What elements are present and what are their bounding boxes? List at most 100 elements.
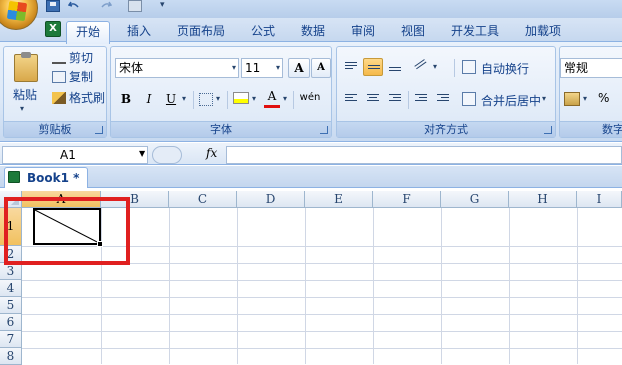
- number-format-value: 常规: [564, 61, 589, 75]
- row-header-3[interactable]: 3: [0, 263, 22, 280]
- tab-page-layout[interactable]: 页面布局: [168, 21, 234, 43]
- paste-button[interactable]: 粘贴: [13, 86, 37, 103]
- tab-addins[interactable]: 加载项: [516, 21, 570, 43]
- italic-button[interactable]: I: [139, 90, 159, 110]
- row-header-5[interactable]: 5: [0, 297, 22, 314]
- title-bar: [0, 0, 622, 18]
- gridline: [169, 208, 170, 364]
- paste-dropdown-icon[interactable]: ▾: [20, 104, 24, 113]
- copy-button[interactable]: 复制: [52, 69, 93, 85]
- font-size-dropdown-icon[interactable]: ▾: [276, 59, 280, 77]
- font-name-combo[interactable]: 宋体 ▾: [115, 58, 239, 78]
- bold-button[interactable]: B: [116, 90, 136, 110]
- name-box-dropdown-icon[interactable]: ▼: [139, 149, 145, 158]
- orientation-dropdown-icon[interactable]: ▾: [433, 62, 437, 71]
- column-header-f[interactable]: F: [373, 191, 441, 208]
- tab-home[interactable]: 开始: [66, 21, 111, 44]
- name-box[interactable]: A1: [2, 146, 148, 164]
- gridline: [22, 331, 622, 332]
- column-header-e[interactable]: E: [305, 191, 373, 208]
- separator: [293, 91, 294, 109]
- column-header-g[interactable]: G: [441, 191, 509, 208]
- redo-icon[interactable]: [100, 0, 113, 12]
- tab-view[interactable]: 视图: [392, 21, 434, 43]
- phonetic-button[interactable]: wén: [298, 88, 322, 108]
- increase-indent-button[interactable]: [433, 90, 453, 108]
- accounting-dropdown-icon[interactable]: ▾: [583, 94, 587, 103]
- percent-button[interactable]: %: [598, 91, 609, 105]
- font-launcher-icon[interactable]: [320, 126, 328, 134]
- shrink-font-button[interactable]: A: [311, 58, 331, 78]
- decrease-indent-button[interactable]: [411, 90, 431, 108]
- orientation-button[interactable]: [411, 58, 431, 76]
- format-painter-label: 格式刷: [69, 91, 106, 105]
- undo-icon[interactable]: [67, 0, 80, 12]
- gridline: [305, 208, 306, 364]
- align-center-button[interactable]: [363, 90, 383, 108]
- fill-color-icon[interactable]: [233, 92, 249, 104]
- column-header-d[interactable]: D: [237, 191, 305, 208]
- underline-button[interactable]: U: [162, 90, 180, 110]
- print-preview-icon[interactable]: [128, 0, 142, 12]
- separator: [193, 91, 194, 109]
- cut-button[interactable]: 剪切: [52, 50, 93, 66]
- borders-icon[interactable]: [199, 93, 213, 106]
- workbook-titlebar: [0, 166, 622, 188]
- align-right-button[interactable]: [385, 90, 405, 108]
- grow-font-button[interactable]: A: [288, 58, 310, 78]
- font-color-dropdown-icon[interactable]: ▾: [283, 94, 287, 103]
- row-header-6[interactable]: 6: [0, 314, 22, 331]
- align-bottom-button[interactable]: [385, 58, 405, 76]
- merge-center-icon: [462, 92, 476, 106]
- clipboard-group-label: 剪贴板: [4, 121, 106, 137]
- align-left-button[interactable]: [341, 90, 361, 108]
- gridline: [509, 208, 510, 364]
- wrap-text-icon: [462, 60, 476, 74]
- paste-icon[interactable]: [14, 52, 38, 82]
- number-format-combo[interactable]: 常规: [560, 58, 622, 78]
- customize-arrow-icon[interactable]: ▾: [160, 0, 170, 12]
- separator: [454, 59, 455, 77]
- font-size-combo[interactable]: 11 ▾: [241, 58, 283, 78]
- fill-color-dropdown-icon[interactable]: ▾: [252, 94, 256, 103]
- align-top-button[interactable]: [341, 58, 361, 76]
- gridline: [237, 208, 238, 364]
- insert-function-button[interactable]: fx: [206, 146, 217, 160]
- workbook-icon: [8, 171, 20, 183]
- row-header-4[interactable]: 4: [0, 280, 22, 297]
- gridline: [22, 348, 622, 349]
- alignment-launcher-icon[interactable]: [544, 126, 552, 134]
- accounting-format-icon[interactable]: [564, 92, 580, 106]
- copy-icon: [52, 71, 66, 83]
- number-group-label: 数字: [560, 121, 622, 137]
- row-header-7[interactable]: 7: [0, 331, 22, 348]
- copy-label: 复制: [69, 70, 94, 84]
- tab-formulas[interactable]: 公式: [242, 21, 284, 43]
- tab-insert[interactable]: 插入: [118, 21, 160, 43]
- tab-review[interactable]: 审阅: [342, 21, 384, 43]
- tab-developer[interactable]: 开发工具: [442, 21, 508, 43]
- formula-expand-handle[interactable]: [152, 146, 182, 164]
- tab-data[interactable]: 数据: [292, 21, 334, 43]
- alignment-group-label: 对齐方式: [337, 121, 555, 137]
- gridline: [22, 297, 622, 298]
- wrap-text-button[interactable]: 自动换行: [481, 60, 529, 77]
- save-icon[interactable]: [46, 0, 60, 12]
- format-painter-button[interactable]: 格式刷: [52, 90, 105, 106]
- clipboard-launcher-icon[interactable]: [95, 126, 103, 134]
- font-color-button[interactable]: A: [264, 88, 280, 108]
- row-header-8[interactable]: 8: [0, 348, 22, 365]
- column-header-i[interactable]: I: [577, 191, 622, 208]
- font-name-dropdown-icon[interactable]: ▾: [232, 59, 236, 77]
- formula-input[interactable]: [226, 146, 622, 164]
- merge-center-button[interactable]: 合并后居中: [481, 92, 541, 109]
- borders-dropdown-icon[interactable]: ▾: [216, 94, 220, 103]
- column-header-h[interactable]: H: [509, 191, 577, 208]
- office-logo-icon: [6, 0, 28, 22]
- align-middle-button[interactable]: [363, 58, 383, 76]
- column-header-c[interactable]: C: [169, 191, 237, 208]
- merge-center-dropdown-icon[interactable]: ▾: [542, 94, 546, 103]
- gridline: [22, 314, 622, 315]
- underline-dropdown-icon[interactable]: ▾: [182, 94, 186, 103]
- separator: [227, 91, 228, 109]
